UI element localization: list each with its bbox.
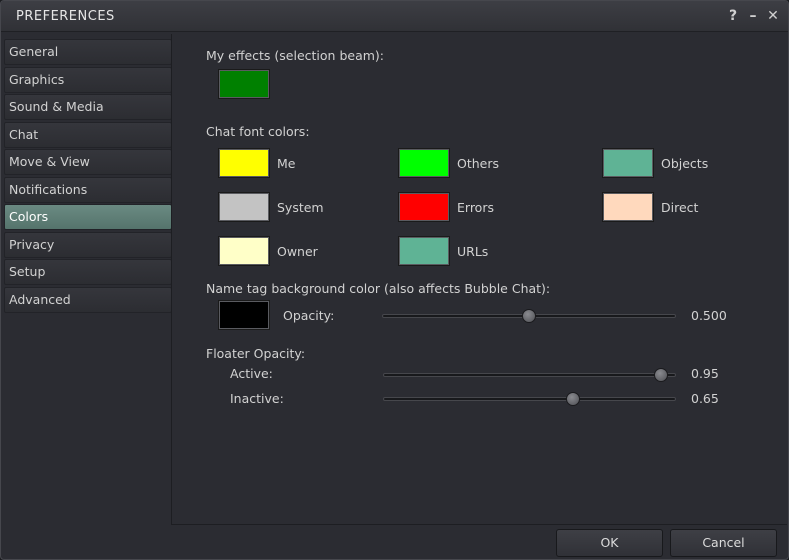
others-color-label: Others bbox=[457, 156, 500, 171]
help-icon[interactable]: ? bbox=[726, 7, 740, 25]
effects-label: My effects (selection beam): bbox=[206, 48, 384, 63]
tab-colors[interactable]: Colors bbox=[4, 204, 172, 230]
others-color-swatch[interactable] bbox=[398, 148, 450, 178]
tab-advanced[interactable]: Advanced bbox=[4, 286, 172, 313]
opacity-slider[interactable] bbox=[382, 309, 676, 323]
opacity-slider-thumb[interactable] bbox=[522, 309, 536, 323]
preferences-window: PREFERENCES ? – ✕ General Graphics Sound… bbox=[0, 0, 789, 560]
objects-color-swatch[interactable] bbox=[602, 148, 654, 178]
urls-color-swatch[interactable] bbox=[398, 236, 450, 266]
tab-general[interactable]: General bbox=[4, 39, 172, 65]
tab-graphics[interactable]: Graphics bbox=[4, 66, 172, 93]
system-color-swatch[interactable] bbox=[218, 192, 270, 222]
colors-panel: My effects (selection beam): Chat font c… bbox=[171, 34, 787, 525]
active-slider-thumb[interactable] bbox=[654, 368, 669, 382]
floater-opacity-label: Floater Opacity: bbox=[206, 346, 306, 361]
inactive-opacity-value: 0.65 bbox=[691, 391, 719, 406]
inactive-opacity-slider[interactable] bbox=[383, 392, 676, 406]
preferences-tabs: General Graphics Sound & Media Chat Move… bbox=[4, 39, 172, 314]
tab-chat[interactable]: Chat bbox=[4, 121, 172, 148]
window-title: PREFERENCES bbox=[16, 9, 115, 24]
active-label: Active: bbox=[230, 366, 273, 381]
close-icon[interactable]: ✕ bbox=[766, 7, 780, 25]
active-slider-track bbox=[383, 373, 676, 377]
nametag-label: Name tag background color (also affects … bbox=[206, 281, 551, 296]
system-color-label: System bbox=[277, 200, 324, 215]
ok-button[interactable]: OK bbox=[556, 529, 663, 557]
chat-colors-label: Chat font colors: bbox=[206, 124, 310, 139]
inactive-slider-track bbox=[383, 397, 676, 401]
inactive-label: Inactive: bbox=[230, 391, 284, 406]
errors-color-label: Errors bbox=[457, 200, 494, 215]
nametag-color-swatch[interactable] bbox=[218, 300, 270, 330]
minimize-icon[interactable]: – bbox=[746, 7, 760, 25]
tab-notifications[interactable]: Notifications bbox=[4, 176, 172, 203]
dialog-footer: OK Cancel bbox=[1, 525, 788, 559]
effects-color-swatch[interactable] bbox=[218, 69, 270, 99]
cancel-button[interactable]: Cancel bbox=[670, 529, 777, 557]
active-opacity-value: 0.95 bbox=[691, 366, 719, 381]
title-bar[interactable]: PREFERENCES ? – ✕ bbox=[1, 1, 788, 32]
errors-color-swatch[interactable] bbox=[398, 192, 450, 222]
direct-color-label: Direct bbox=[661, 200, 699, 215]
active-opacity-slider[interactable] bbox=[383, 368, 676, 382]
inactive-slider-thumb[interactable] bbox=[566, 392, 581, 406]
owner-color-label: Owner bbox=[277, 244, 318, 259]
tab-move-view[interactable]: Move & View bbox=[4, 149, 172, 175]
objects-color-label: Objects bbox=[661, 156, 709, 171]
owner-color-swatch[interactable] bbox=[218, 236, 270, 266]
direct-color-swatch[interactable] bbox=[602, 192, 654, 222]
tab-privacy[interactable]: Privacy bbox=[4, 231, 172, 258]
tab-sound-media[interactable]: Sound & Media bbox=[4, 94, 172, 120]
tab-setup[interactable]: Setup bbox=[4, 259, 172, 285]
urls-color-label: URLs bbox=[457, 244, 489, 259]
opacity-label: Opacity: bbox=[283, 308, 335, 323]
me-color-swatch[interactable] bbox=[218, 148, 270, 178]
opacity-value: 0.500 bbox=[691, 308, 727, 323]
me-color-label: Me bbox=[277, 156, 296, 171]
